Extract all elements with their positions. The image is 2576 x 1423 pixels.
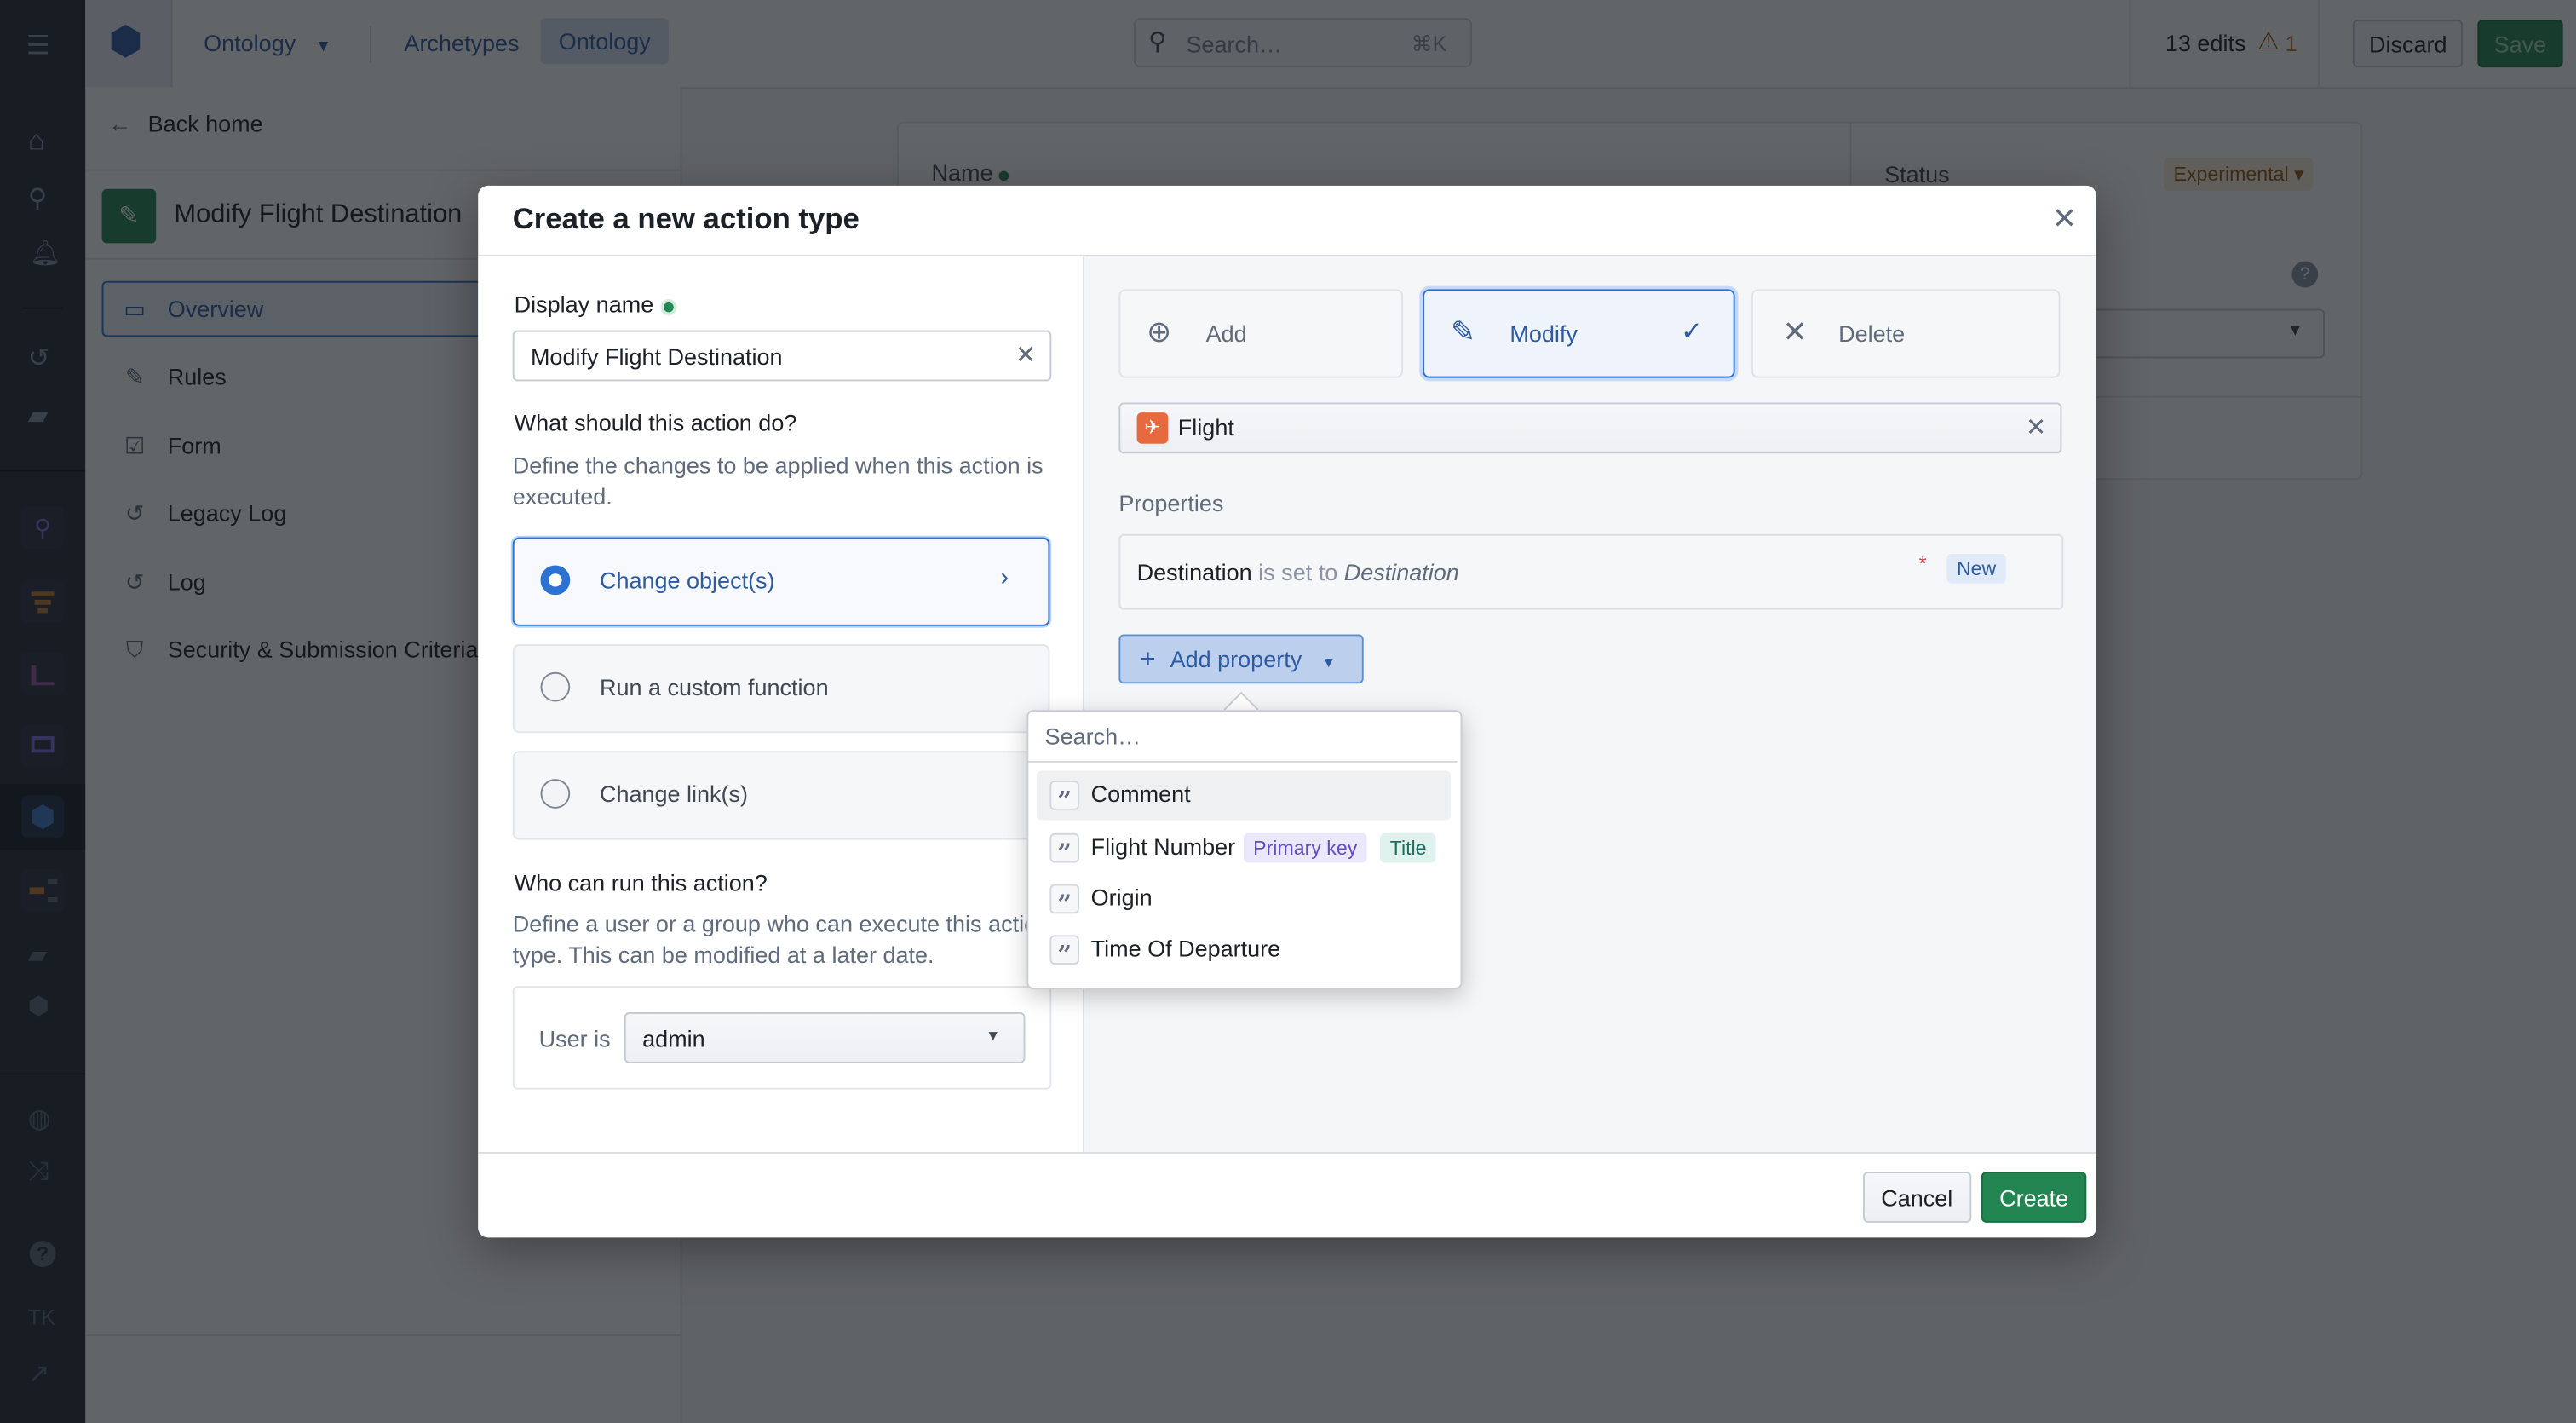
what-description: Define the changes to be applied when th… [512, 452, 1044, 510]
dialog-footer: Cancel Create [478, 1151, 2096, 1238]
option-label: Run a custom function [599, 673, 829, 700]
user-select-value: admin [642, 1025, 705, 1052]
dialog-left-column: Display name Modify Flight Destination ✕… [478, 256, 1084, 1152]
cancel-button[interactable]: Cancel [1863, 1172, 1971, 1223]
properties-label: Properties [1118, 489, 1224, 516]
caret-down-icon: ▼ [1321, 654, 1337, 671]
add-property-label: Add property [1170, 645, 1302, 672]
property-option-comment[interactable]: ” Comment [1036, 770, 1451, 821]
option-label: Change object(s) [599, 567, 775, 594]
property-option-label: Comment [1090, 781, 1191, 807]
add-property-popover: Search… ” Comment ” Flight Number Primar… [1026, 710, 1463, 990]
property-search-placeholder: Search… [1044, 723, 1141, 750]
display-name-label: Display name [515, 291, 674, 317]
user-is-label: User is [538, 1025, 611, 1052]
property-rule-row[interactable]: Destination is set to Destination * New [1118, 533, 2064, 610]
operation-add[interactable]: ⊕ Add [1118, 289, 1404, 378]
required-dot-icon [663, 302, 674, 313]
what-heading: What should this action do? [514, 409, 797, 436]
permission-card: User is admin ▼ [512, 986, 1052, 1090]
who-description: Define a user or a group who can execute… [512, 910, 1050, 968]
display-name-value: Modify Flight Destination [530, 343, 783, 370]
string-type-icon: ” [1049, 832, 1080, 867]
pencil-icon: ✎ [1450, 315, 1476, 349]
new-badge: New [1946, 553, 2006, 584]
operation-label: Modify [1509, 320, 1578, 347]
property-search-input[interactable]: Search… [1028, 712, 1458, 763]
string-type-icon: ” [1049, 781, 1080, 815]
property-rule-text: Destination is set to Destination [1137, 559, 1459, 585]
radio-selected[interactable] [540, 565, 571, 596]
primary-key-tag: Primary key [1243, 832, 1367, 863]
plus-icon: + [1140, 645, 1156, 674]
display-name-input[interactable]: Modify Flight Destination ✕ [512, 330, 1052, 382]
string-type-icon: ” [1049, 935, 1080, 970]
option-label: Change link(s) [599, 781, 749, 807]
radio-unselected[interactable] [540, 671, 571, 702]
required-asterisk: * [1918, 552, 1927, 576]
property-option-origin[interactable]: ” Origin [1037, 874, 1451, 924]
option-run-custom-function[interactable]: Run a custom function [512, 644, 1050, 734]
user-select[interactable]: admin ▼ [624, 1012, 1026, 1063]
dialog-title: Create a new action type [512, 202, 860, 235]
property-option-time-of-departure[interactable]: ” Time Of Departure [1037, 925, 1451, 975]
operation-delete[interactable]: ✕ Delete [1751, 289, 2061, 378]
operation-label: Add [1205, 320, 1247, 347]
property-option-label: Flight Number [1090, 832, 1236, 860]
option-change-links[interactable]: Change link(s) [512, 751, 1050, 840]
property-name: Destination [1136, 558, 1252, 585]
object-type-value: Flight [1177, 414, 1234, 441]
who-heading: Who can run this action? [514, 869, 768, 896]
radio-unselected[interactable] [540, 779, 571, 809]
clear-icon[interactable]: ✕ [1015, 340, 1036, 370]
operation-modify[interactable]: ✎ Modify ✓ [1423, 289, 1735, 378]
dialog-header: Create a new action type ✕ [478, 186, 2096, 256]
checkmark-icon: ✓ [1680, 319, 1703, 347]
property-option-label: Origin [1090, 884, 1153, 911]
add-property-button[interactable]: + Add property ▼ [1118, 634, 1364, 684]
clear-icon[interactable]: ✕ [2026, 412, 2046, 442]
property-connector: is set to [1258, 558, 1338, 585]
plus-circle-icon: ⊕ [1147, 315, 1172, 349]
create-button[interactable]: Create [1981, 1172, 2087, 1223]
title-tag: Title [1380, 832, 1437, 863]
option-change-objects[interactable]: Change object(s) › [512, 537, 1050, 626]
string-type-icon: ” [1049, 884, 1080, 919]
chevron-right-icon: › [1000, 563, 1009, 592]
property-option-label-row: Flight Number Primary key Title [1090, 832, 1437, 863]
close-icon[interactable]: ✕ [2052, 202, 2077, 237]
cross-icon: ✕ [1782, 315, 1808, 349]
property-value: Destination [1343, 558, 1459, 585]
operation-label: Delete [1838, 320, 1906, 347]
property-option-label: Time Of Departure [1090, 935, 1281, 962]
caret-down-icon: ▼ [986, 1027, 1001, 1044]
airplane-icon: ✈ [1136, 412, 1169, 444]
property-option-flight-number[interactable]: ” Flight Number Primary key Title [1037, 823, 1451, 873]
display-name-label-text: Display name [514, 291, 654, 318]
object-type-select[interactable]: ✈ Flight ✕ [1118, 402, 2062, 454]
